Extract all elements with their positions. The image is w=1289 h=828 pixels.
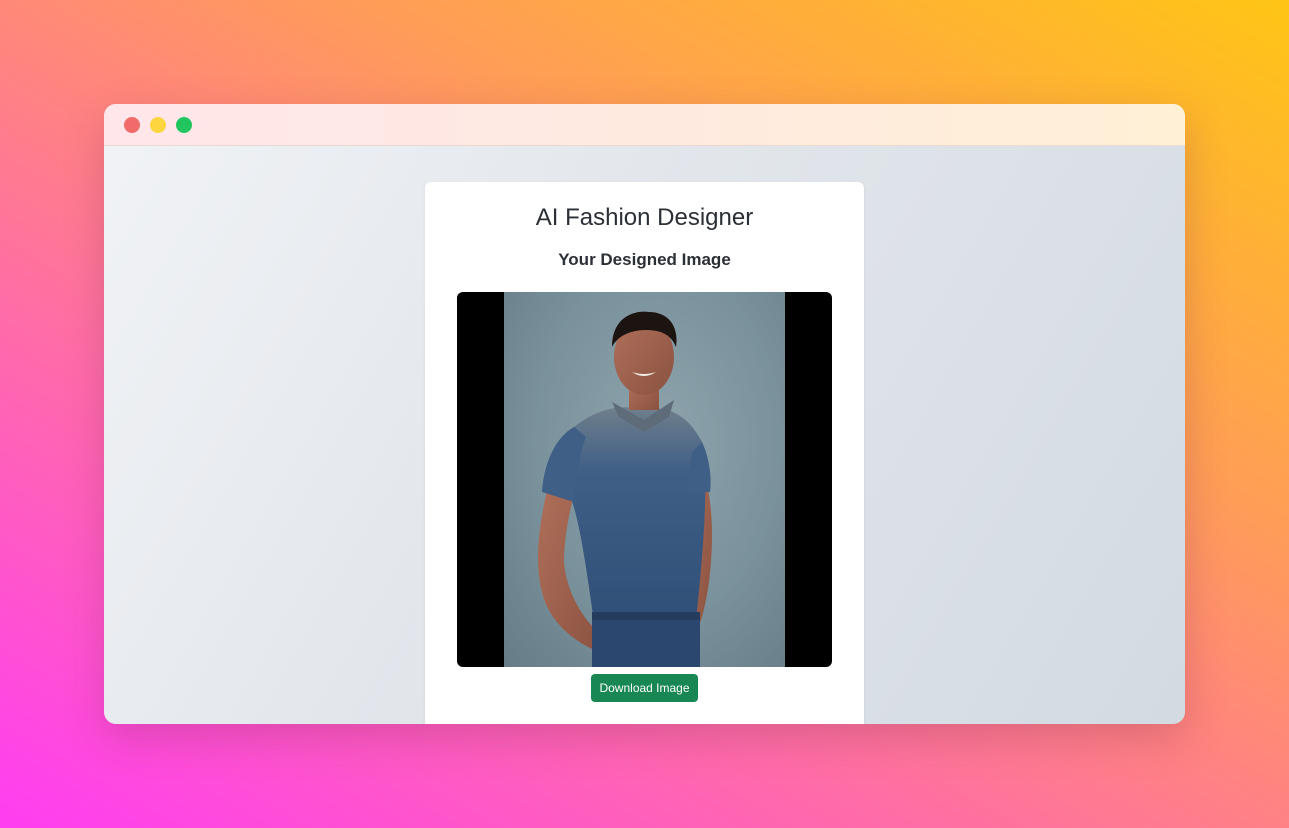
photo-backdrop	[504, 292, 785, 667]
designer-card: AI Fashion Designer Your Designed Image	[425, 182, 864, 724]
download-image-button[interactable]: Download Image	[591, 674, 698, 702]
browser-window: AI Fashion Designer Your Designed Image	[104, 104, 1185, 724]
page-title: AI Fashion Designer	[535, 204, 754, 231]
person-photo	[538, 311, 712, 667]
maximize-window-button[interactable]	[176, 117, 192, 133]
window-titlebar	[104, 104, 1185, 146]
minimize-window-button[interactable]	[150, 117, 166, 133]
background-frame: AI Fashion Designer Your Designed Image	[0, 0, 1289, 828]
close-window-button[interactable]	[124, 117, 140, 133]
designed-image	[457, 292, 832, 667]
section-heading: Your Designed Image	[558, 250, 731, 269]
